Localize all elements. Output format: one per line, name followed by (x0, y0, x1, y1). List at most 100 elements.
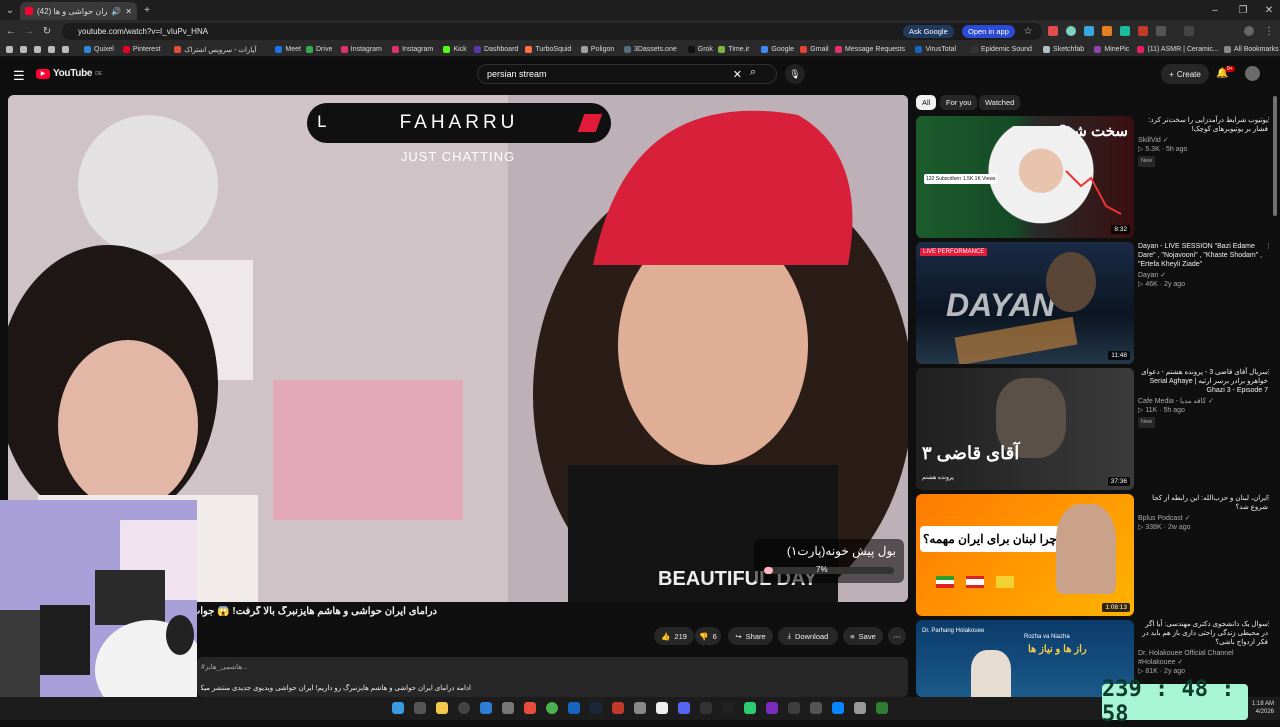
bookmark-item[interactable]: Epidemic Sound (970, 44, 1032, 55)
app-icon[interactable] (832, 702, 844, 714)
search-taskbar-icon[interactable] (458, 702, 470, 714)
filter-chip-all[interactable]: All (916, 95, 937, 110)
description-hashtag[interactable]: #هاشمی_هایز... (201, 663, 248, 671)
extension-icon[interactable] (1120, 26, 1130, 36)
recommendation-thumbnail[interactable]: آقای قاضی ۳ پرونده هشتم 37:36 (916, 368, 1134, 490)
file-explorer-icon[interactable] (436, 702, 448, 714)
channel-name[interactable]: Dr. Holakouee Official Channel #Holakoue… (1138, 650, 1234, 666)
recommendation-title[interactable]: Dayan - LIVE SESSION "Bazi Edame Dare" ,… (1138, 242, 1268, 269)
close-window-button[interactable]: ✕ (1262, 3, 1276, 17)
description-box[interactable]: #هاشمی_هایز... ادامه درامای ایران حواشی … (197, 657, 908, 697)
new-tab-button[interactable]: + (140, 3, 154, 17)
extension-icon[interactable] (1084, 26, 1094, 36)
bookmark-star-icon[interactable]: ☆ (1021, 24, 1035, 38)
recommendation-meta[interactable]: یوتیوب شرایط درآمدزایی را سخت‌تر کرد: فش… (1138, 116, 1272, 167)
more-options-icon[interactable]: ⋮ (1265, 242, 1272, 251)
notepad-icon[interactable] (656, 702, 668, 714)
chrome-icon[interactable] (546, 702, 558, 714)
audio-icon[interactable]: 🔊 (111, 7, 121, 16)
bookmark-item[interactable]: MinePic (1094, 44, 1129, 55)
dislike-button[interactable]: 👎 6 (695, 627, 721, 645)
share-button[interactable]: ↪ Share (728, 627, 773, 645)
app-icon[interactable] (480, 702, 492, 714)
recommendation-title[interactable]: سریال آقای قاضی 3 - پرونده هشتم - دعوای … (1138, 368, 1268, 395)
app-icon[interactable] (766, 702, 778, 714)
app-icon[interactable] (876, 702, 888, 714)
save-button[interactable]: ≡ Save (843, 627, 883, 645)
recommendation-title[interactable]: یوتیوب شرایط درآمدزایی را سخت‌تر کرد: فش… (1138, 116, 1268, 134)
back-icon[interactable]: ← (4, 24, 18, 38)
bookmark-item[interactable]: آپارات - سرویس اشتراک (174, 44, 256, 55)
extension-icon[interactable] (1102, 26, 1112, 36)
browser-menu-icon[interactable]: ⋮ (1262, 24, 1276, 38)
extension-icon[interactable] (1048, 26, 1058, 36)
bookmark-folder[interactable] (48, 44, 55, 55)
app-icon[interactable] (810, 702, 822, 714)
bookmark-folder[interactable] (20, 44, 27, 55)
tab-search-icon[interactable]: ⌄ (3, 3, 17, 17)
more-options-icon[interactable]: ⋮ (1265, 368, 1272, 377)
more-options-icon[interactable]: ⋮ (1265, 116, 1272, 125)
channel-name[interactable]: Bplus Podcast (1138, 515, 1183, 522)
bookmark-folder[interactable] (34, 44, 41, 55)
bookmark-item[interactable]: Sketchfab (1043, 44, 1084, 55)
app-icon[interactable] (722, 702, 734, 714)
more-actions-icon[interactable]: ⋯ (888, 627, 906, 645)
bookmark-item[interactable]: Message Requests (835, 44, 905, 55)
mic-icon[interactable]: 🎙 (785, 64, 805, 84)
search-input[interactable]: persian stream ✕ (477, 64, 777, 84)
recommendation-meta[interactable]: سریال آقای قاضی 3 - پرونده هشتم - دعوای … (1138, 368, 1272, 428)
filter-chip-for-you[interactable]: For you (940, 95, 978, 110)
recommendation-meta[interactable]: ایران، لبنان و حزب‌الله: این رابطه از کج… (1138, 494, 1272, 532)
profile-icon[interactable] (1184, 26, 1194, 36)
bookmark-item[interactable]: VirusTotal (915, 44, 956, 55)
extension-icon[interactable] (1138, 26, 1148, 36)
settings-gear-icon[interactable] (502, 702, 514, 714)
avatar[interactable] (1244, 26, 1254, 36)
recommendation-meta[interactable]: Dayan - LIVE SESSION "Bazi Edame Dare" ,… (1138, 242, 1272, 289)
puzzle-icon[interactable] (1156, 26, 1166, 36)
bookmark-item[interactable]: Kick (443, 44, 467, 55)
tab-close-icon[interactable]: ✕ (125, 7, 132, 16)
maximize-button[interactable]: ❐ (1236, 3, 1250, 17)
bookmark-item[interactable]: TurboSquid (525, 44, 571, 55)
channel-name[interactable]: Dayan (1138, 272, 1158, 279)
recommendation-thumbnail[interactable]: LIVE PERFORMANCE DAYAN 11:48 (916, 242, 1134, 364)
youtube-logo[interactable]: ▶ YouTube DE (36, 68, 102, 79)
bookmark-item[interactable]: Quixel (84, 44, 114, 55)
app-icon[interactable] (612, 702, 624, 714)
recommendation-meta[interactable]: سوال یک دانشجوی دکتری مهندسی: آیا اگر در… (1138, 620, 1272, 676)
url-bar[interactable]: youtube.com/watch?v=I_vIuPv_HNA (62, 23, 1042, 40)
bookmark-item[interactable]: Gmail (800, 44, 829, 55)
steam-icon[interactable] (590, 702, 602, 714)
forward-icon[interactable]: → (22, 24, 36, 38)
bookmark-item[interactable]: Drive (306, 44, 332, 55)
bookmark-folder[interactable] (6, 44, 13, 55)
app-icon[interactable] (634, 702, 646, 714)
more-options-icon[interactable]: ⋮ (1265, 620, 1272, 629)
browser-tab-active[interactable]: درامای ایران حواشی و ها (42) 🔊 ✕ (20, 2, 137, 20)
channel-name[interactable]: Cafe Media - کافه مدیا (1138, 398, 1206, 405)
ask-google-button[interactable]: Ask Google (903, 25, 954, 38)
clear-search-icon[interactable]: ✕ (733, 68, 742, 81)
app-icon[interactable] (788, 702, 800, 714)
avatar[interactable] (1245, 66, 1260, 81)
filter-chip-watched[interactable]: Watched (979, 95, 1021, 110)
channel-name[interactable]: SkillVid (1138, 137, 1161, 144)
discord-icon[interactable] (678, 702, 690, 714)
page-scrollbar[interactable] (1273, 96, 1277, 216)
bookmark-item[interactable]: Instagram (340, 44, 382, 55)
open-in-app-button[interactable]: Open in app (962, 25, 1015, 38)
bookmark-item[interactable]: Dashboard (474, 44, 518, 55)
create-button[interactable]: + Create (1161, 64, 1209, 84)
hamburger-menu-icon[interactable]: ☰ (13, 68, 25, 84)
bookmark-item[interactable]: 3Dassets.one (623, 44, 677, 55)
bookmark-item[interactable]: Google (761, 44, 794, 55)
task-view-icon[interactable] (414, 702, 426, 714)
minimize-button[interactable]: – (1208, 3, 1222, 17)
bookmark-item[interactable]: Instagram (392, 44, 433, 55)
search-icon[interactable]: ⌕ (750, 66, 756, 79)
recommendation-thumbnail[interactable]: چرا لبنان برای ایران مهمه؟ 1:08:13 (916, 494, 1134, 616)
app-icon[interactable] (854, 702, 866, 714)
bookmark-item[interactable]: Time.ir (718, 44, 749, 55)
